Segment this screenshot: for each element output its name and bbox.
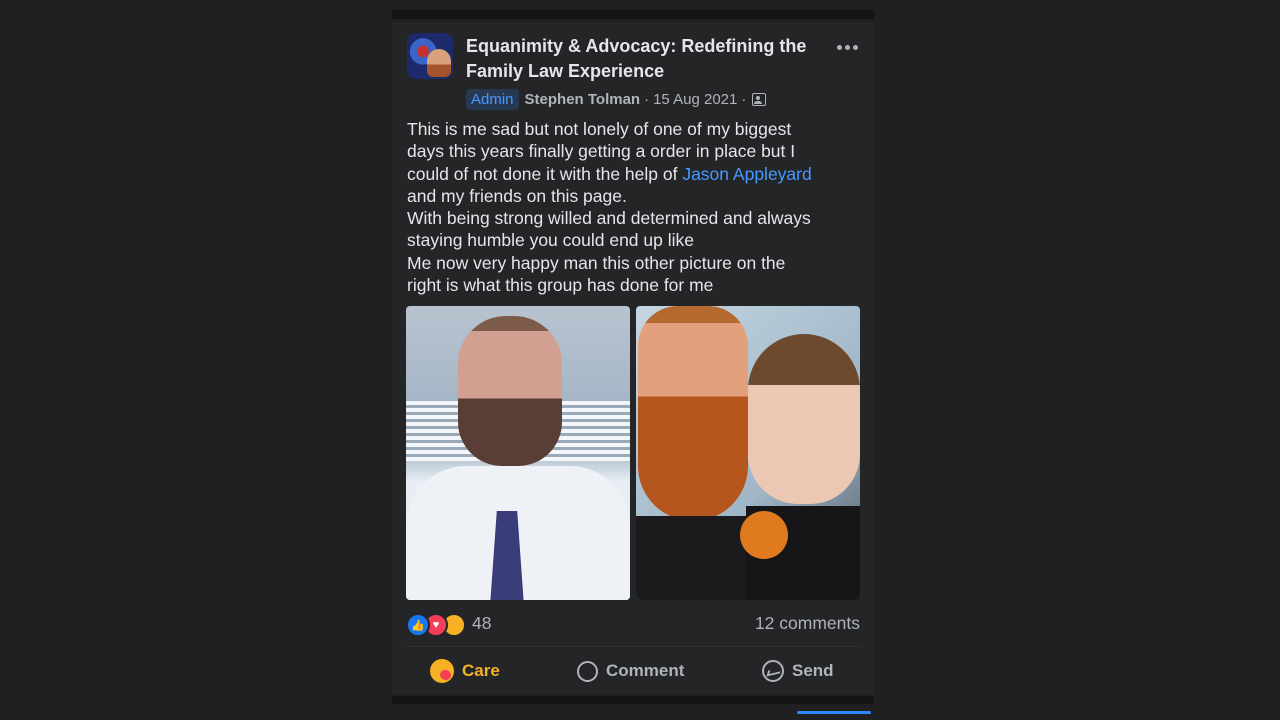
post-text-line: right is what this group has done for me (407, 275, 714, 296)
more-dot (844, 44, 850, 50)
care-button[interactable]: Care (430, 652, 500, 690)
comment-button[interactable]: Comment (577, 652, 684, 690)
post-text-line: With being strong willed and determined … (407, 208, 811, 229)
photo-toy (740, 511, 788, 559)
action-bar: Care Comment Send (392, 652, 874, 690)
comment-icon (577, 660, 598, 682)
like-icon: 👍 (406, 613, 430, 637)
post-photo-left[interactable] (406, 306, 630, 600)
reaction-count[interactable]: 48 (472, 613, 491, 634)
post-text-line-with-mention: could of not done it with the help of Ja… (407, 163, 863, 185)
photo-child-head (748, 334, 860, 504)
mention-link[interactable]: Jason Appleyard (682, 164, 811, 184)
post-photo-right[interactable] (636, 306, 860, 600)
more-options-icon[interactable] (832, 34, 862, 60)
next-post-edge (392, 696, 874, 704)
photo-man-head (638, 306, 748, 521)
post-text-line: Me now very happy man this other picture… (407, 252, 786, 273)
post-text-line: and my friends on this page. (407, 185, 627, 206)
post-text-line: days this years finally getting a order … (407, 141, 796, 162)
author-name[interactable]: Stephen Tolman (525, 91, 641, 108)
group-post-card: Equanimity & Advocacy: Redefining the Fa… (392, 22, 874, 694)
previous-post-edge (392, 10, 874, 19)
avatar-face (427, 49, 451, 77)
send-button[interactable]: Send (762, 652, 834, 690)
comments-count[interactable]: 12 comments (755, 613, 860, 634)
group-name-link[interactable]: Equanimity & Advocacy: Redefining the Fa… (466, 34, 836, 84)
group-avatar[interactable] (407, 33, 453, 79)
reaction-icons[interactable]: 👍 ♥ (406, 613, 466, 637)
post-date[interactable]: 15 Aug 2021 (653, 91, 737, 108)
meta-separator: · (644, 90, 650, 108)
post-body: This is me sad but not lonely of one of … (407, 118, 863, 296)
post-meta: Admin Stephen Tolman · 15 Aug 2021 · (466, 88, 767, 110)
post-text-segment: could of not done it with the help of (407, 163, 683, 184)
more-dot (852, 44, 858, 50)
more-dot (836, 44, 842, 50)
photo-head (458, 316, 562, 466)
comment-label: Comment (606, 661, 685, 680)
reactions-summary: 👍 ♥ 48 12 comments (406, 612, 860, 637)
post-text-line: This is me sad but not lonely of one of … (407, 119, 792, 139)
care-icon (430, 659, 454, 683)
group-members-icon (752, 92, 767, 106)
meta-separator: · (741, 90, 747, 108)
send-label: Send (792, 661, 834, 680)
actions-divider (406, 646, 860, 647)
scroll-indicator (797, 711, 871, 714)
post-text-line: staying humble you could end up like (407, 230, 694, 251)
care-label: Care (462, 661, 500, 680)
messenger-icon (762, 660, 784, 682)
admin-badge: Admin (466, 88, 519, 110)
